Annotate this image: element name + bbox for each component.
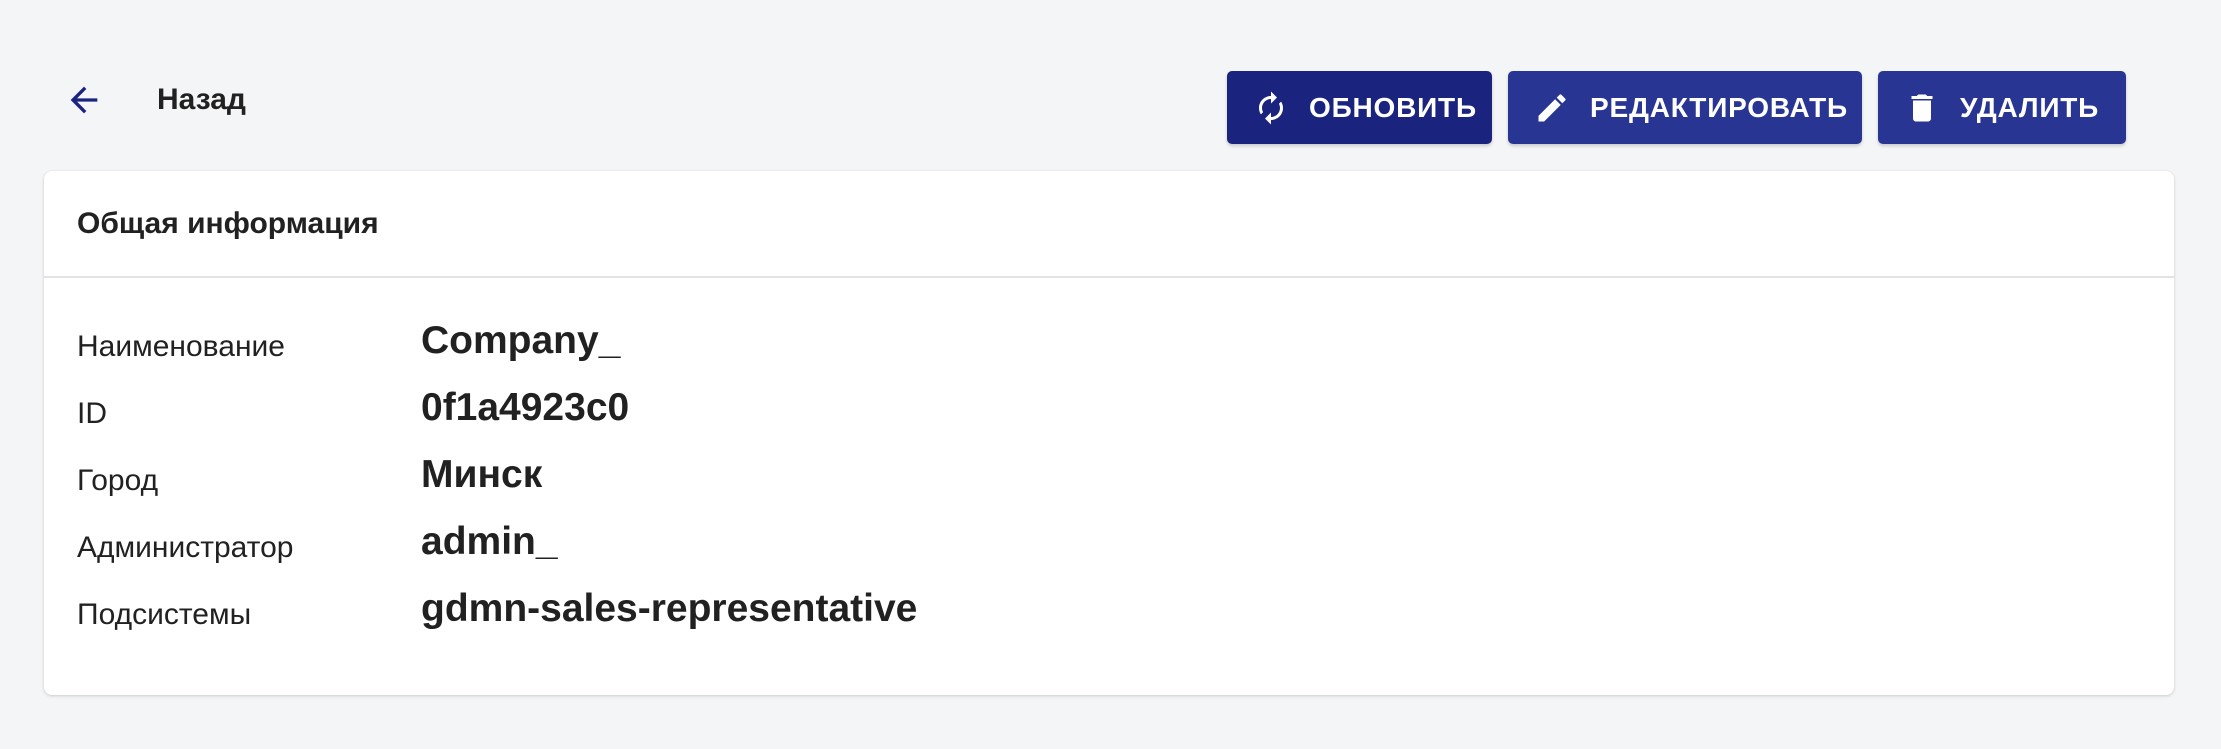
field-value: admin_ <box>421 520 558 563</box>
field-row-id: ID 0f1a4923c0 <box>44 380 2174 447</box>
arrow-left-icon <box>70 86 98 114</box>
edit-button-label: РЕДАКТИРОВАТЬ <box>1590 91 1848 123</box>
delete-button-label: УДАЛИТЬ <box>1960 91 2100 123</box>
field-label: Подсистемы <box>77 598 252 631</box>
field-row-subsystems: Подсистемы gdmn-sales-representative <box>44 581 2174 648</box>
field-value: 0f1a4923c0 <box>421 386 630 429</box>
trash-icon <box>1904 90 1940 126</box>
field-row-name: Наименование Company_ <box>44 313 2174 380</box>
back-button[interactable] <box>62 78 106 122</box>
edit-button[interactable]: РЕДАКТИРОВАТЬ <box>1508 71 1862 144</box>
refresh-button[interactable]: ОБНОВИТЬ <box>1227 71 1492 144</box>
card-title: Общая информация <box>77 207 379 240</box>
card-header: Общая информация <box>44 171 2174 278</box>
card-body: Наименование Company_ ID 0f1a4923c0 Горо… <box>44 278 2174 648</box>
field-label: Город <box>77 464 159 497</box>
pencil-icon <box>1534 90 1570 126</box>
field-row-city: Город Минск <box>44 447 2174 514</box>
refresh-icon <box>1253 90 1289 126</box>
field-value: Минск <box>421 453 543 496</box>
refresh-button-label: ОБНОВИТЬ <box>1309 91 1477 123</box>
action-toolbar: ОБНОВИТЬ РЕДАКТИРОВАТЬ УДАЛИТЬ <box>1227 71 2126 144</box>
delete-button[interactable]: УДАЛИТЬ <box>1878 71 2126 144</box>
field-value: gdmn-sales-representative <box>421 587 918 630</box>
field-label: ID <box>77 397 107 430</box>
field-label: Администратор <box>77 531 294 564</box>
field-row-admin: Администратор admin_ <box>44 514 2174 581</box>
general-info-card: Общая информация Наименование Company_ I… <box>44 171 2174 695</box>
field-label: Наименование <box>77 330 285 363</box>
field-value: Company_ <box>421 319 621 362</box>
top-bar: Назад ОБНОВИТЬ РЕДАКТИРОВАТЬ УДАЛИТЬ <box>0 0 2221 165</box>
back-label[interactable]: Назад <box>157 82 246 118</box>
